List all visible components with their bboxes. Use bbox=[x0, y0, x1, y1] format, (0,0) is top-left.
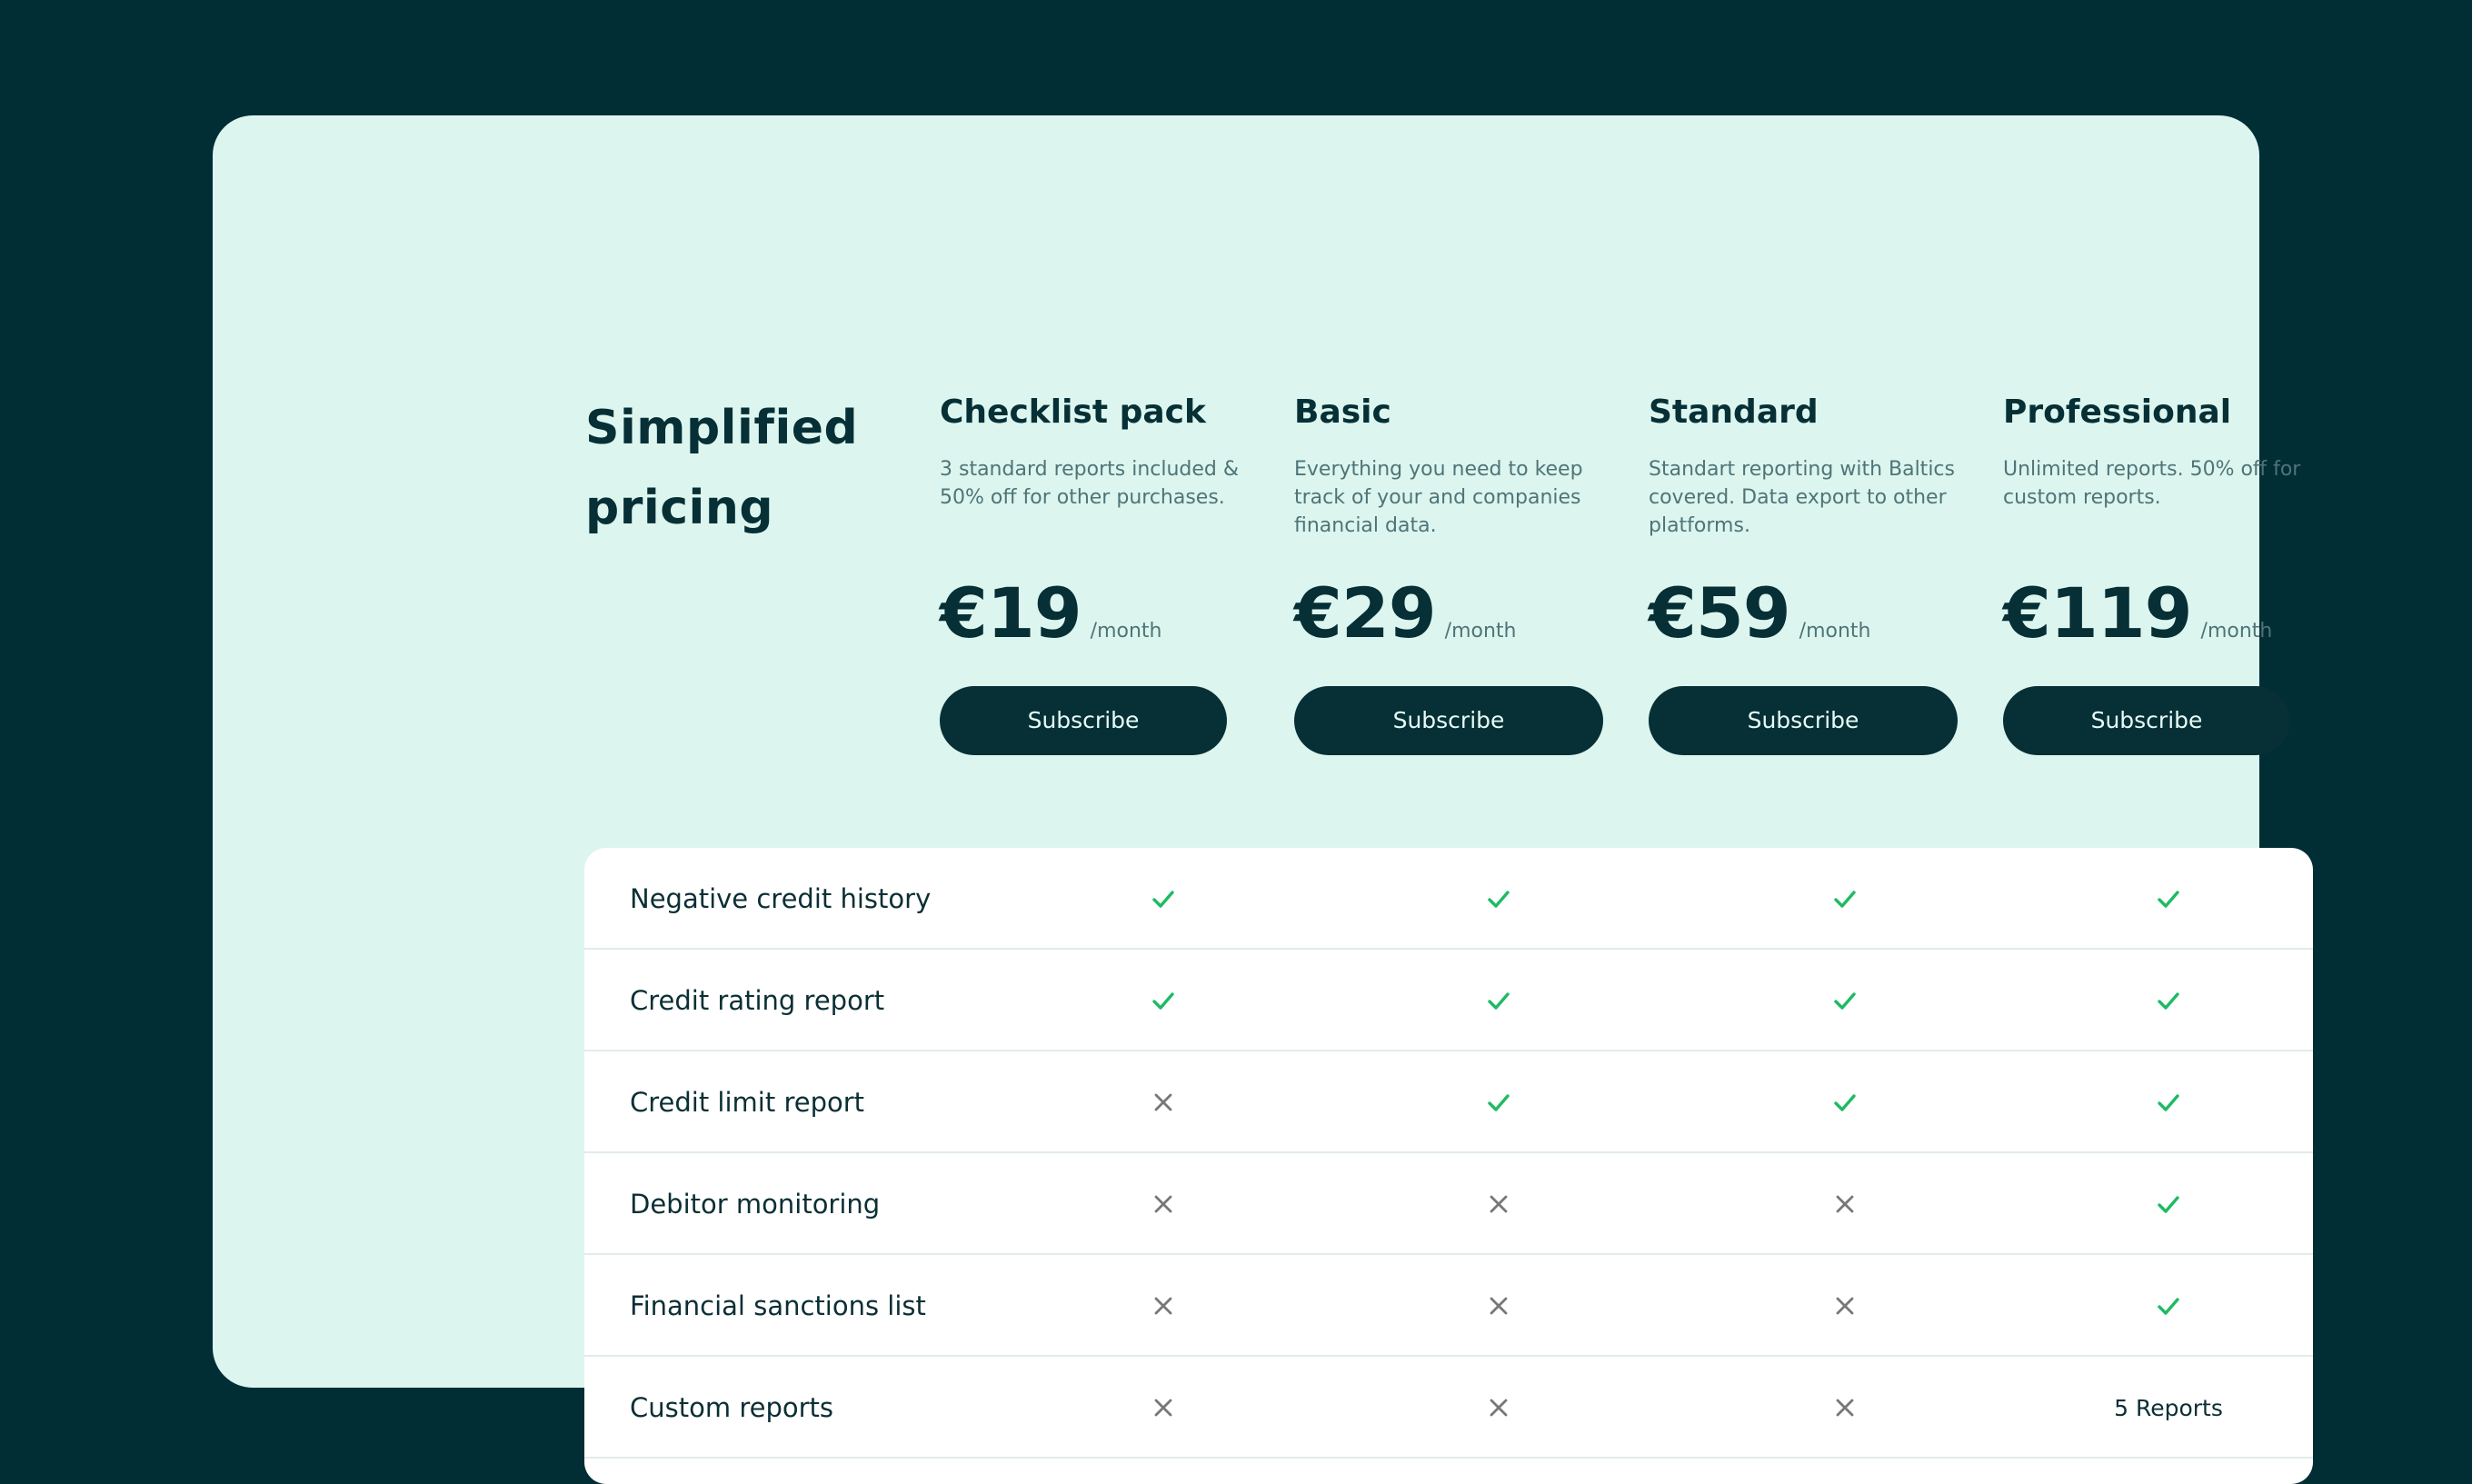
plan-period: /month bbox=[1799, 620, 1871, 642]
plan-description: Standart reporting with Baltics covered.… bbox=[1649, 458, 1955, 537]
table-row: Financial sanctions list bbox=[584, 1255, 2313, 1357]
plan-period: /month bbox=[2200, 620, 2273, 642]
check-icon bbox=[1834, 992, 1856, 1010]
subscribe-button[interactable]: Subscribe bbox=[940, 686, 1227, 755]
feature-cell bbox=[1082, 848, 1245, 950]
table-row: Credit rating report bbox=[584, 950, 2313, 1051]
feature-cell bbox=[2087, 950, 2250, 1051]
subscribe-button[interactable]: Subscribe bbox=[1649, 686, 1958, 755]
subscribe-button[interactable]: Subscribe bbox=[1294, 686, 1603, 755]
plan-basic: Basic Everything you need to keep track … bbox=[1294, 390, 1612, 755]
feature-cell bbox=[1763, 848, 1927, 950]
check-icon bbox=[2158, 1196, 2179, 1213]
plan-name: Standard bbox=[1649, 393, 1819, 431]
feature-cell bbox=[1417, 1357, 1580, 1459]
plan-period: /month bbox=[1090, 620, 1162, 642]
plan-description: Unlimited reports. 50% off for custom re… bbox=[2003, 458, 2301, 509]
plan-price: €59 bbox=[1649, 573, 1791, 653]
close-icon bbox=[1154, 1297, 1172, 1315]
price-row: €19/month bbox=[940, 570, 1249, 657]
feature-cell bbox=[1082, 1357, 1245, 1459]
feature-label: Custom reports bbox=[630, 1392, 833, 1423]
table-row: Negative credit history bbox=[584, 848, 2313, 950]
check-icon bbox=[1152, 992, 1174, 1010]
check-icon bbox=[2158, 1298, 2179, 1315]
feature-cell bbox=[2087, 1153, 2250, 1255]
price-row: €119/month bbox=[2003, 570, 2312, 657]
close-icon bbox=[1490, 1399, 1508, 1417]
plan-professional: Professional Unlimited reports. 50% off … bbox=[2003, 390, 2321, 755]
check-icon bbox=[2158, 992, 2179, 1010]
close-icon bbox=[1154, 1399, 1172, 1417]
feature-label: Credit limit report bbox=[630, 1087, 865, 1118]
price-row: €29/month bbox=[1294, 570, 1603, 657]
check-icon bbox=[1488, 1094, 1510, 1111]
close-icon bbox=[1490, 1195, 1508, 1213]
pricing-card: Simplified pricing Checklist pack 3 stan… bbox=[213, 115, 2313, 1484]
plan-description: Everything you need to keep track of you… bbox=[1294, 458, 1583, 537]
plan-checklist-pack: Checklist pack 3 standard reports includ… bbox=[940, 390, 1258, 755]
feature-cell bbox=[2087, 1255, 2250, 1357]
feature-cell bbox=[1082, 950, 1245, 1051]
feature-cell bbox=[1082, 1153, 1245, 1255]
close-icon bbox=[1490, 1297, 1508, 1315]
plan-name: Checklist pack bbox=[940, 393, 1206, 431]
close-icon bbox=[1836, 1195, 1854, 1213]
feature-cell bbox=[1417, 1153, 1580, 1255]
price-row: €59/month bbox=[1649, 570, 1958, 657]
table-row: Debitor monitoring bbox=[584, 1153, 2313, 1255]
page-title: Simplified pricing bbox=[585, 401, 859, 535]
plan-name: Basic bbox=[1294, 393, 1391, 431]
plan-name: Professional bbox=[2003, 393, 2232, 431]
feature-cell bbox=[1417, 1255, 1580, 1357]
feature-cell bbox=[1417, 848, 1580, 950]
feature-cell bbox=[1763, 1357, 1927, 1459]
feature-label: Negative credit history bbox=[630, 883, 932, 914]
check-icon bbox=[1152, 891, 1174, 908]
feature-cell: 5 Reports bbox=[2114, 1394, 2223, 1421]
feature-cell bbox=[1417, 950, 1580, 1051]
plan-price: €19 bbox=[940, 573, 1082, 653]
check-icon bbox=[1834, 1094, 1856, 1111]
feature-cell bbox=[1763, 950, 1927, 1051]
plan-price: €29 bbox=[1294, 573, 1437, 653]
feature-cell bbox=[2087, 1051, 2250, 1153]
table-row: Custom reports 5 Reports bbox=[584, 1357, 2313, 1459]
close-icon bbox=[1154, 1195, 1172, 1213]
feature-cell bbox=[1763, 1153, 1927, 1255]
plan-standard: Standard Standart reporting with Baltics… bbox=[1649, 390, 1967, 755]
close-icon bbox=[1836, 1297, 1854, 1315]
feature-cell bbox=[1082, 1051, 1245, 1153]
check-icon bbox=[2158, 891, 2179, 908]
plan-price: €119 bbox=[2003, 573, 2193, 653]
feature-label: Financial sanctions list bbox=[630, 1290, 926, 1321]
check-icon bbox=[1488, 891, 1510, 908]
plan-description: 3 standard reports included & 50% off fo… bbox=[940, 458, 1240, 509]
close-icon bbox=[1836, 1399, 1854, 1417]
feature-cell bbox=[2087, 848, 2250, 950]
table-row: Credit limit report bbox=[584, 1051, 2313, 1153]
check-icon bbox=[1488, 992, 1510, 1010]
feature-label: Credit rating report bbox=[630, 985, 885, 1016]
check-icon bbox=[2158, 1094, 2179, 1111]
subscribe-button[interactable]: Subscribe bbox=[2003, 686, 2290, 755]
feature-cell bbox=[1763, 1051, 1927, 1153]
close-icon bbox=[1154, 1093, 1172, 1111]
feature-cell bbox=[1082, 1255, 1245, 1357]
feature-cell bbox=[1763, 1255, 1927, 1357]
feature-label: Debitor monitoring bbox=[630, 1189, 881, 1220]
feature-comparison-table: Negative credit history Credit rating re… bbox=[584, 848, 2313, 1484]
feature-cell bbox=[1417, 1051, 1580, 1153]
check-icon bbox=[1834, 891, 1856, 908]
plan-period: /month bbox=[1444, 620, 1517, 642]
